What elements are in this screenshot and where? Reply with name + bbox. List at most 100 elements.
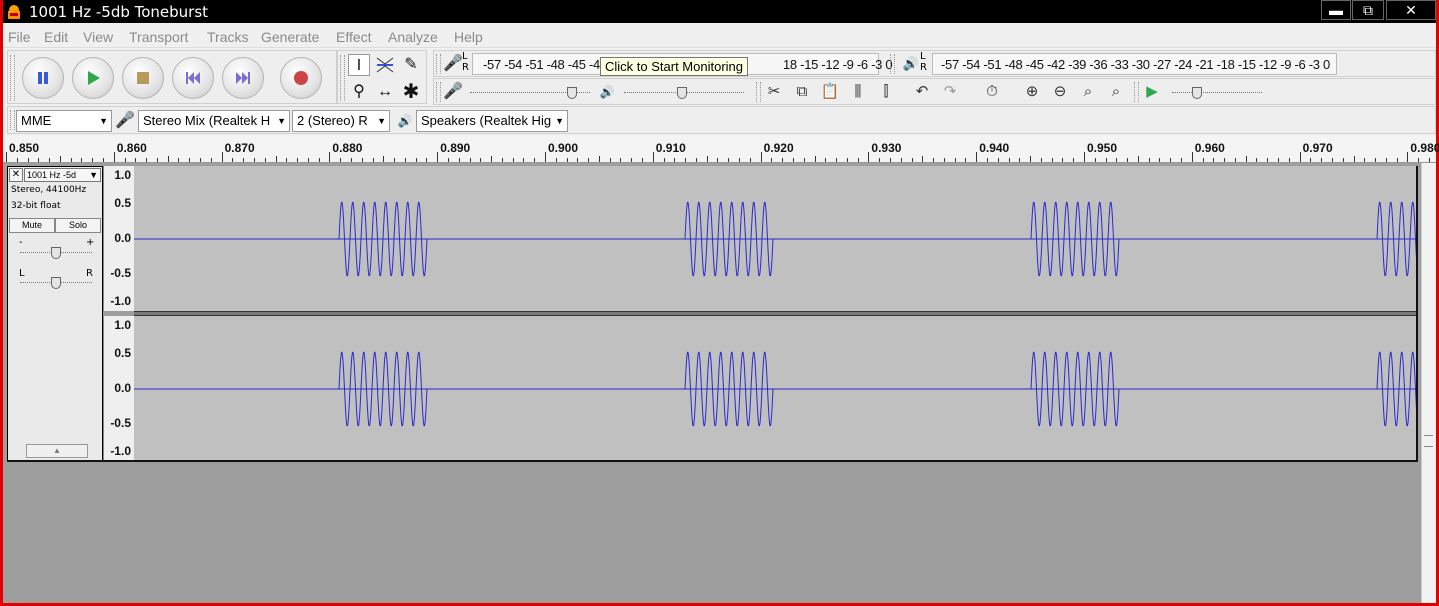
timeline-ruler[interactable]: 0.850 0.860 0.870 0.880 0.890 0.900 0.910 0.920… (3, 136, 1439, 163)
ruler-tick (232, 158, 234, 162)
dropdown-arrow-icon: ▼ (555, 116, 564, 126)
ruler-tick (81, 158, 83, 162)
record-icon (294, 71, 308, 85)
ruler-tick (383, 156, 385, 162)
menu-help[interactable]: Help (454, 29, 483, 45)
minimize-button[interactable]: ▬ (1321, 0, 1351, 20)
play-meter[interactable]: -57 -54 -51 -48 -45 -42 -39 -36 -33 -30 … (932, 53, 1337, 75)
gain-minus-label: - (19, 237, 23, 248)
scrollbar-grip[interactable] (1424, 435, 1433, 447)
toolbar-grip[interactable] (1134, 82, 1139, 102)
input-volume-thumb[interactable] (567, 87, 577, 99)
sync-lock-icon[interactable]: ⏱ (980, 80, 1004, 104)
gain-plus-label: + (86, 237, 95, 248)
monitoring-tooltip[interactable]: Click to Start Monitoring (600, 57, 748, 76)
ruler-tick (1105, 158, 1107, 162)
menu-generate[interactable]: Generate (261, 29, 319, 45)
zoom-in-icon[interactable]: ⊕ (1020, 80, 1044, 104)
channels-select[interactable]: 2 (Stereo) R ▼ (292, 110, 390, 132)
redo-icon[interactable]: ↷ (938, 80, 962, 104)
play-button[interactable] (72, 57, 114, 99)
stop-button[interactable] (122, 57, 164, 99)
track-close-button[interactable]: ✕ (9, 168, 23, 182)
draw-tool-icon[interactable]: ✎ (400, 54, 422, 76)
output-volume-speaker-icon: 🔊 (599, 85, 615, 99)
input-device-select[interactable]: Stereo Mix (Realtek H ▼ (138, 110, 290, 132)
ruler-label: 0.850 (9, 141, 40, 155)
solo-button[interactable]: Solo (55, 218, 101, 233)
silence-icon[interactable]: ⫿ (874, 80, 898, 104)
ruler-tick (803, 158, 805, 162)
copy-icon[interactable]: ⧉ (790, 80, 814, 104)
ruler-tick (760, 152, 762, 162)
envelope-tool-icon[interactable] (374, 54, 396, 76)
toolbar-grip[interactable] (10, 110, 15, 130)
timeshift-tool-icon[interactable]: ↔ (374, 81, 396, 103)
ruler-tick (1202, 158, 1204, 162)
amplitude-ruler-right: 1.0 0.5 0.0 -0.5 -1.0 (103, 316, 134, 461)
record-meter-lr: L R (462, 51, 469, 73)
gain-slider-thumb[interactable] (51, 247, 61, 259)
cut-icon[interactable]: ✂ (762, 80, 786, 104)
output-volume-thumb[interactable] (676, 87, 687, 99)
zoom-out-icon[interactable]: ⊖ (1048, 80, 1072, 104)
menu-analyze[interactable]: Analyze (388, 29, 438, 45)
pan-left-label: L (19, 268, 25, 279)
pan-slider-thumb[interactable] (51, 277, 61, 289)
ruler-tick (1267, 158, 1269, 162)
pause-button[interactable] (22, 57, 64, 99)
toolbar-grip[interactable] (340, 55, 345, 101)
skip-to-start-button[interactable] (172, 57, 214, 99)
ruler-tick (1008, 158, 1010, 162)
output-device-select[interactable]: Speakers (Realtek Hig ▼ (416, 110, 568, 132)
zoom-tool-icon[interactable]: ⚲ (348, 81, 370, 103)
close-button[interactable]: ✕ (1386, 0, 1436, 20)
ruler-tick (253, 158, 255, 162)
toolbar-grip[interactable] (756, 82, 761, 102)
ruler-tick (124, 158, 126, 162)
play-at-speed-icon[interactable]: ▶ (1140, 80, 1164, 104)
play-meter-speaker-icon[interactable]: 🔊 (900, 53, 922, 75)
waveform-right-channel[interactable] (134, 316, 1417, 461)
ruler-tick (523, 158, 525, 162)
fit-selection-icon[interactable]: ⌕ (1076, 80, 1100, 104)
pan-right-label: R (86, 268, 93, 279)
ruler-tick (1148, 158, 1150, 162)
menu-transport[interactable]: Transport (129, 29, 188, 45)
fit-project-icon[interactable]: ⌕ (1104, 80, 1128, 104)
waveform-left-channel[interactable] (134, 166, 1417, 311)
ruler-tick (1299, 152, 1301, 162)
restore-button[interactable]: ⧉ (1352, 0, 1384, 20)
ruler-tick (976, 152, 978, 162)
toolbar-grip[interactable] (890, 54, 895, 74)
paste-icon[interactable]: 📋 (818, 80, 842, 104)
menu-view[interactable]: View (83, 29, 113, 45)
ruler-tick (545, 152, 546, 162)
mute-button[interactable]: Mute (9, 218, 55, 233)
menu-file[interactable]: File (8, 29, 31, 45)
record-meter-mic-icon[interactable]: 🎤 (442, 53, 464, 75)
selection-tool-icon[interactable]: I (348, 54, 370, 76)
menu-edit[interactable]: Edit (44, 29, 68, 45)
waveform-path (134, 201, 1417, 277)
skip-to-end-button[interactable] (222, 57, 264, 99)
menu-effect[interactable]: Effect (336, 29, 372, 45)
track-name-menu[interactable]: 1001 Hz -5d ▼ (24, 168, 101, 182)
undo-icon[interactable]: ↶ (910, 80, 934, 104)
toolbar-grip[interactable] (10, 55, 15, 101)
ruler-label: 0.900 (548, 141, 579, 155)
playback-speed-thumb[interactable] (1192, 87, 1203, 99)
menu-tracks[interactable]: Tracks (207, 29, 248, 45)
audio-host-select[interactable]: MME ▼ (16, 110, 112, 132)
playback-speed-slider[interactable] (1172, 92, 1262, 93)
toolbar-grip[interactable] (436, 54, 441, 74)
collapse-track-button[interactable]: ▲ (26, 444, 88, 458)
record-button[interactable] (280, 57, 322, 99)
multi-tool-icon[interactable]: ✱ (400, 81, 422, 103)
toolbar-grip[interactable] (436, 82, 441, 102)
vertical-scrollbar[interactable] (1421, 163, 1436, 603)
ruler-label: 0.950 (1087, 141, 1118, 155)
ruler-tick (771, 158, 773, 162)
ruler-tick (868, 152, 870, 162)
trim-icon[interactable]: ⫼ (846, 80, 870, 104)
